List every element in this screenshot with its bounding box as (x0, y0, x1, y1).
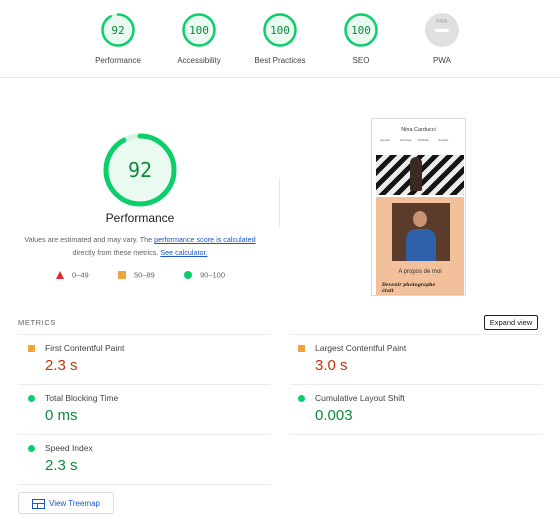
gauge-label: SEO (352, 56, 370, 65)
svg-text:100: 100 (189, 24, 209, 37)
section-divider (279, 178, 280, 228)
about-title: A propos de moi (398, 269, 442, 275)
svg-text:PWA: PWA (436, 19, 448, 25)
legend-pass: 90–100 (184, 270, 225, 282)
metrics-divider (290, 434, 542, 435)
gauge-seo[interactable]: 100 SEO (316, 12, 406, 65)
site-nav-item: Contact (438, 138, 449, 142)
average-square-icon (28, 345, 35, 352)
svg-text:100: 100 (270, 24, 290, 37)
site-nav-item: Services (400, 138, 412, 142)
performance-score-link[interactable]: performance score is calculated (154, 235, 255, 244)
category-summary-bar: 92 Performance 100 Accessibility 100 Bes… (0, 0, 560, 78)
metrics-divider (18, 334, 270, 335)
pass-circle-icon (28, 395, 35, 402)
see-calculator-link[interactable]: See calculator. (160, 248, 207, 257)
metrics-divider (290, 334, 542, 335)
gauge-performance[interactable]: 92 Performance (73, 12, 163, 65)
view-treemap-button[interactable]: View Treemap (18, 492, 114, 514)
pass-circle-icon (184, 271, 192, 280)
average-square-icon (118, 271, 126, 280)
about-section: A propos de moi Devenir photographe étai… (376, 197, 464, 295)
gauge-best-practices[interactable]: 100 Best Practices (235, 12, 325, 65)
performance-description: Values are estimated and may vary. The p… (24, 235, 256, 257)
fail-triangle-icon (56, 271, 64, 280)
metrics-heading: METRICS (18, 318, 56, 327)
gauge-ring: 92 (101, 13, 135, 47)
final-screenshot: Nina Carducci Accueil Services Portfolio… (371, 118, 466, 296)
gauge-ring: 100 (344, 13, 378, 47)
legend-average: 50–89 (118, 270, 155, 282)
gauge-label: Performance (95, 56, 141, 65)
gauge-ring: 100 (182, 13, 216, 47)
metrics-divider (18, 484, 270, 485)
metrics-divider (18, 384, 270, 385)
gauge-accessibility[interactable]: 100 Accessibility (154, 12, 244, 65)
svg-text:100: 100 (351, 24, 371, 37)
performance-gauge: 92 (103, 133, 177, 207)
site-nav: Accueil Services Portfolio Contact (380, 138, 460, 146)
performance-score: 92 (128, 158, 152, 182)
performance-title: Performance (105, 211, 175, 225)
portrait-photo (392, 203, 450, 261)
gauge-label: Best Practices (254, 56, 306, 65)
site-nav-item: Accueil (380, 138, 390, 142)
expand-view-button[interactable]: Expand view (484, 315, 538, 330)
gauge-ring: 100 (263, 13, 297, 47)
svg-text:92: 92 (111, 24, 124, 37)
average-square-icon (298, 345, 305, 352)
gauge-pwa[interactable]: PWA PWA (397, 12, 487, 65)
legend-fail: 0–49 (56, 270, 89, 282)
site-name: Nina Carducci (401, 127, 436, 133)
pwa-badge-icon: PWA (425, 13, 459, 47)
treemap-icon (32, 499, 45, 509)
hero-figure (410, 157, 422, 191)
site-nav-item: Portfolio (418, 138, 430, 142)
pass-circle-icon (298, 395, 305, 402)
pass-circle-icon (28, 445, 35, 452)
about-tagline: Devenir photographe était (382, 283, 436, 294)
metrics-divider (18, 434, 270, 435)
metrics-divider (290, 384, 542, 385)
gauge-label: Accessibility (177, 56, 221, 65)
gauge-label: PWA (433, 56, 451, 65)
